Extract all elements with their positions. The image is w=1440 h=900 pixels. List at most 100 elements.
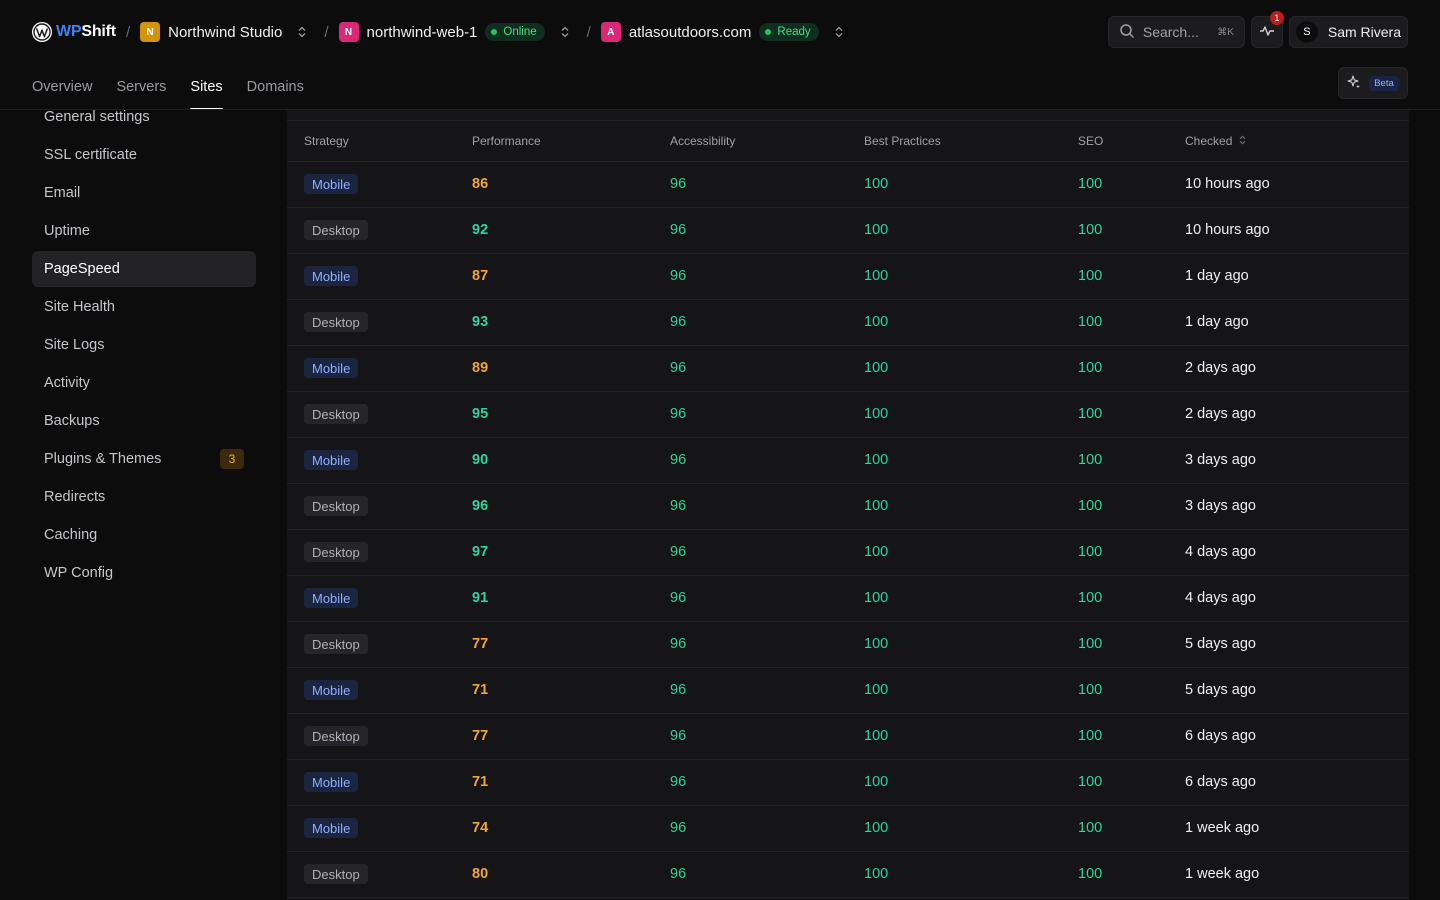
- performance-score: 92: [472, 222, 489, 238]
- breadcrumb-server[interactable]: N northwind-web-1 Online: [338, 22, 569, 42]
- sidebar-item-pagespeed[interactable]: PageSpeed: [32, 251, 256, 287]
- best-practices-score: 100: [864, 345, 1078, 392]
- search-button[interactable]: Search... ⌘K: [1107, 16, 1245, 48]
- seo-score: 100: [1078, 621, 1185, 668]
- pulse-icon: [1259, 23, 1275, 42]
- sidebar-item-site-logs[interactable]: Site Logs: [32, 327, 256, 363]
- sidebar-item-ssl-certificate[interactable]: SSL certificate: [32, 137, 256, 173]
- column-header-checked[interactable]: Checked: [1185, 121, 1409, 162]
- strategy-cell: Desktop: [287, 207, 472, 254]
- performance-cell: 77: [472, 621, 670, 668]
- strategy-badge: Mobile: [304, 358, 359, 378]
- site-name: atlasoutdoors.com: [628, 23, 752, 41]
- seo-score: 100: [1078, 759, 1185, 806]
- best-practices-score: 100: [864, 667, 1078, 714]
- accessibility-score: 96: [670, 805, 864, 852]
- table-row[interactable]: Desktop 77 96 100 100 5 days ago: [287, 621, 1409, 668]
- sidebar-item-plugins-themes[interactable]: Plugins & Themes 3: [32, 441, 256, 477]
- activity-button[interactable]: 1: [1250, 11, 1284, 48]
- performance-cell: 96: [472, 483, 670, 530]
- top-bar: WPShift / N Northwind Studio / N northwi…: [0, 0, 1440, 64]
- strategy-cell: Mobile: [287, 575, 472, 622]
- best-practices-score: 100: [864, 161, 1078, 208]
- performance-cell: 80: [472, 851, 670, 898]
- status-dot-icon: [491, 29, 498, 35]
- breadcrumb-separator: /: [586, 23, 591, 41]
- table-row[interactable]: Desktop 96 96 100 100 3 days ago: [287, 483, 1409, 530]
- seo-score: 100: [1078, 299, 1185, 346]
- best-practices-score: 100: [864, 529, 1078, 576]
- performance-cell: 90: [472, 437, 670, 484]
- checked-time: 3 days ago: [1185, 437, 1409, 484]
- checked-time: 3 days ago: [1185, 483, 1409, 530]
- column-header-seo: SEO: [1078, 121, 1185, 162]
- checked-time: 6 days ago: [1185, 713, 1409, 760]
- chevron-up-down-icon[interactable]: [561, 26, 569, 38]
- table-row[interactable]: Mobile 91 96 100 100 4 days ago: [287, 575, 1409, 622]
- breadcrumb-site[interactable]: A atlasoutdoors.com Ready: [600, 22, 843, 42]
- performance-score: 89: [472, 360, 489, 376]
- seo-score: 100: [1078, 345, 1185, 392]
- best-practices-score: 100: [864, 253, 1078, 300]
- table-row[interactable]: Mobile 71 96 100 100 5 days ago: [287, 667, 1409, 714]
- table-row[interactable]: Mobile 90 96 100 100 3 days ago: [287, 437, 1409, 484]
- sort-icon[interactable]: [1236, 135, 1246, 147]
- strategy-badge: Mobile: [304, 818, 359, 838]
- strategy-badge: Mobile: [304, 680, 359, 700]
- top-actions: Search... ⌘K 1 S Sam Rivera: [1107, 11, 1408, 48]
- table-row[interactable]: Mobile 74 96 100 100 1 week ago: [287, 805, 1409, 852]
- chevron-up-down-icon[interactable]: [835, 26, 843, 38]
- seo-score: 100: [1078, 805, 1185, 852]
- table-row[interactable]: Desktop 77 96 100 100 6 days ago: [287, 713, 1409, 760]
- sidebar-item-site-health[interactable]: Site Health: [32, 289, 256, 325]
- performance-cell: 93: [472, 299, 670, 346]
- brand-logo[interactable]: WPShift: [32, 22, 116, 42]
- table-row[interactable]: Desktop 95 96 100 100 2 days ago: [287, 391, 1409, 438]
- seo-score: 100: [1078, 437, 1185, 484]
- pagespeed-results-table: Strategy Performance Accessibility Best …: [287, 121, 1409, 898]
- sidebar-item-general-settings[interactable]: General settings: [32, 99, 256, 135]
- sidebar-item-wp-config[interactable]: WP Config: [32, 555, 256, 591]
- table-row[interactable]: Mobile 87 96 100 100 1 day ago: [287, 253, 1409, 300]
- strategy-cell: Mobile: [287, 437, 472, 484]
- sidebar-item-email[interactable]: Email: [32, 175, 256, 211]
- performance-score: 90: [472, 452, 489, 468]
- breadcrumb-org[interactable]: N Northwind Studio: [140, 22, 306, 42]
- best-practices-score: 100: [864, 805, 1078, 852]
- table-row[interactable]: Desktop 93 96 100 100 1 day ago: [287, 299, 1409, 346]
- ai-assistant-button[interactable]: Beta: [1338, 67, 1408, 99]
- user-menu-button[interactable]: S Sam Rivera: [1288, 16, 1408, 48]
- performance-cell: 95: [472, 391, 670, 438]
- sidebar-item-backups[interactable]: Backups: [32, 403, 256, 439]
- column-header-accessibility: Accessibility: [670, 121, 864, 162]
- strategy-cell: Desktop: [287, 299, 472, 346]
- accessibility-score: 96: [670, 299, 864, 346]
- strategy-badge: Mobile: [304, 174, 359, 194]
- table-row[interactable]: Desktop 80 96 100 100 1 week ago: [287, 851, 1409, 898]
- best-practices-score: 100: [864, 851, 1078, 898]
- best-practices-score: 100: [864, 207, 1078, 254]
- sidebar-item-caching[interactable]: Caching: [32, 517, 256, 553]
- site-status-badge: Ready: [759, 23, 819, 41]
- strategy-cell: Desktop: [287, 851, 472, 898]
- table-row[interactable]: Mobile 71 96 100 100 6 days ago: [287, 759, 1409, 806]
- checked-time: 10 hours ago: [1185, 207, 1409, 254]
- site-settings-sidebar: General settings SSL certificate Email U…: [32, 99, 256, 593]
- chevron-up-down-icon[interactable]: [298, 26, 306, 38]
- table-row[interactable]: Mobile 89 96 100 100 2 days ago: [287, 345, 1409, 392]
- breadcrumb-separator: /: [125, 23, 131, 41]
- sidebar-item-redirects[interactable]: Redirects: [32, 479, 256, 515]
- table-row[interactable]: Desktop 97 96 100 100 4 days ago: [287, 529, 1409, 576]
- strategy-cell: Mobile: [287, 667, 472, 714]
- server-avatar: N: [338, 22, 359, 42]
- checked-time: 4 days ago: [1185, 575, 1409, 622]
- checked-time: 5 days ago: [1185, 667, 1409, 714]
- sidebar-item-uptime[interactable]: Uptime: [32, 213, 256, 249]
- table-row[interactable]: Desktop 92 96 100 100 10 hours ago: [287, 207, 1409, 254]
- sidebar-item-activity[interactable]: Activity: [32, 365, 256, 401]
- table-row[interactable]: Mobile 86 96 100 100 10 hours ago: [287, 161, 1409, 208]
- performance-score: 86: [472, 176, 489, 192]
- user-name: Sam Rivera: [1327, 24, 1401, 40]
- performance-cell: 71: [472, 759, 670, 806]
- best-practices-score: 100: [864, 391, 1078, 438]
